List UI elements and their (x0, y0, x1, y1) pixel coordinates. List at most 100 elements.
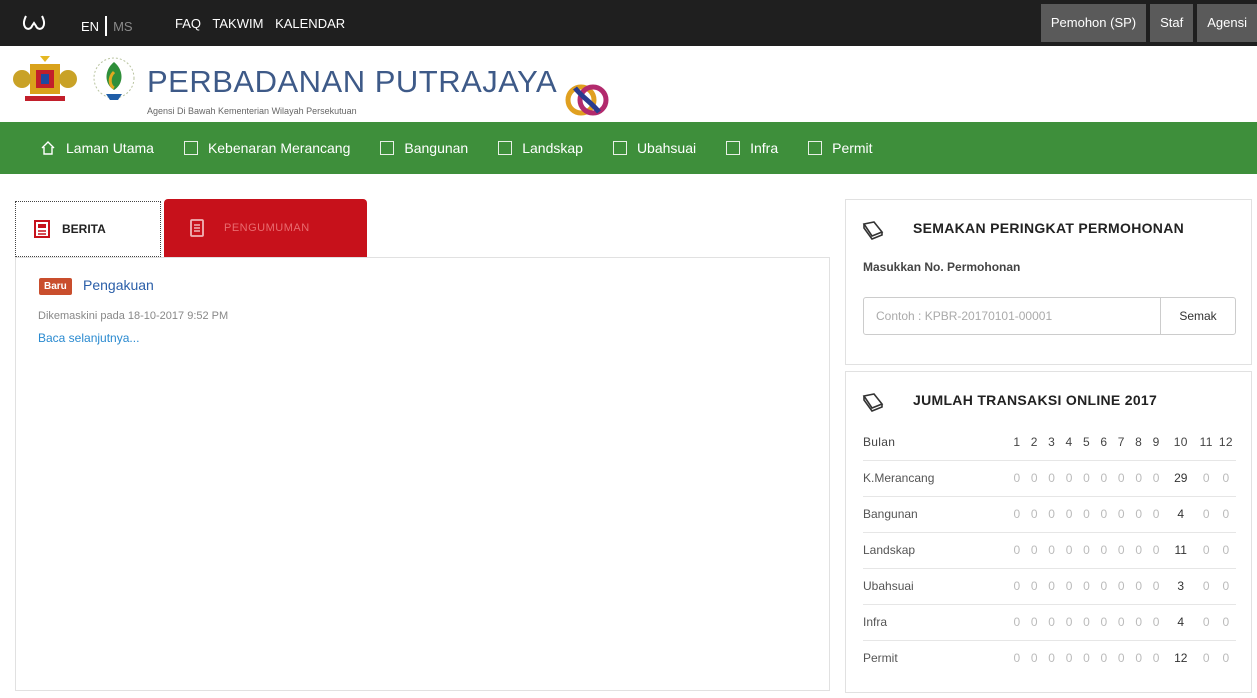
coat-of-arms-icon (13, 56, 77, 101)
table-cell: 4 (1164, 496, 1197, 533)
lang-divider (105, 16, 108, 36)
building-icon (380, 141, 395, 155)
table-cell: 0 (1112, 604, 1130, 641)
table-cell: 0 (1025, 568, 1043, 605)
takwim-link[interactable]: TAKWIM (212, 16, 263, 31)
row-label: Infra (863, 604, 1009, 641)
kalendar-link[interactable]: KALENDAR (275, 16, 345, 31)
tab-berita[interactable]: BERITA (15, 201, 161, 257)
month-header: 5 (1077, 424, 1096, 461)
table-cell: 0 (1077, 604, 1096, 641)
month-header: 8 (1129, 424, 1148, 461)
row-label: K.Merancang (863, 460, 1009, 497)
row-label: Ubahsuai (863, 568, 1009, 605)
table-cell: 0 (1048, 651, 1055, 666)
brand-tagline: Agensi Di Bawah Kementerian Wilayah Pers… (147, 106, 357, 116)
nav-item-landskap[interactable]: Landskap (498, 140, 583, 156)
renovation-icon (612, 141, 627, 155)
nav-label: Kebenaran Merancang (207, 140, 351, 156)
tab-pengumuman[interactable]: PENGUMUMAN (164, 199, 367, 257)
month-header: 1 (1008, 424, 1026, 461)
table-cell: 0 (1112, 532, 1130, 569)
table-cell: 0 (1008, 604, 1026, 641)
table-cell: 3 (1164, 568, 1197, 605)
table-cell: 0 (1008, 568, 1026, 605)
brand-title[interactable]: PERBADANAN PUTRAJAYA (147, 64, 557, 100)
news-title-link[interactable]: Pengakuan (83, 277, 154, 293)
table-cell: 0 (1042, 496, 1061, 533)
table-cell: 0 (1112, 496, 1130, 533)
infra-icon (726, 141, 741, 155)
table-cell: 0 (1215, 568, 1236, 605)
table-cell: 0 (1060, 496, 1078, 533)
table-cell: 0 (1147, 496, 1165, 533)
table-cell: 0 (1147, 568, 1165, 605)
semakan-title: SEMAKAN PERINGKAT PERMOHONAN (913, 220, 1185, 236)
table-cell: 0 (1152, 651, 1160, 666)
nav-label: Bangunan (404, 140, 469, 156)
table-cell: 0 (1095, 604, 1113, 641)
nav-item-permit[interactable]: Permit (808, 140, 873, 156)
table-cell: 0 (1196, 532, 1216, 569)
row-label: Landskap (863, 532, 1009, 569)
permit-icon (808, 141, 823, 155)
transaksi-panel: JUMLAH TRANSAKSI ONLINE 2017 Bulan 1 2 3… (845, 371, 1252, 693)
staf-button[interactable]: Staf (1150, 4, 1194, 42)
top-bar: EN MS FAQ TAKWIM KALENDAR Pemohon (SP) St… (0, 0, 1257, 46)
book-icon (862, 221, 884, 240)
faq-link[interactable]: FAQ (175, 16, 201, 31)
table-cell: 0 (1065, 651, 1073, 666)
nav-label: Ubahsuai (636, 140, 697, 156)
new-badge: Baru (39, 278, 72, 295)
table-row: Infra 0 0 0 0 0 0 0 0 0 4 0 0 (863, 604, 1236, 641)
table-header-row: Bulan 1 2 3 4 5 6 7 8 9 10 11 12 (863, 424, 1236, 461)
table-cell: 0 (1060, 532, 1078, 569)
table-row: Bangunan 0 0 0 0 0 0 0 0 0 4 0 0 (863, 496, 1236, 533)
bulan-header: Bulan (863, 424, 1009, 461)
table-cell: 0 (1008, 496, 1026, 533)
nav-item-laman-utama[interactable]: Laman Utama (40, 140, 154, 156)
accessibility-glasses-icon[interactable] (22, 12, 46, 32)
table-cell: 0 (1129, 532, 1148, 569)
table-cell: 0 (1077, 460, 1096, 497)
table-cell: 0 (1042, 604, 1061, 641)
nav-item-bangunan[interactable]: Bangunan (380, 140, 468, 156)
table-cell: 0 (1060, 568, 1078, 605)
table-cell: 0 (1083, 651, 1090, 666)
nav-item-kebenaran-merancang[interactable]: Kebenaran Merancang (183, 140, 351, 156)
site-header: PERBADANAN PUTRAJAYA Agensi Di Bawah Kem… (0, 46, 1257, 122)
row-label: Bangunan (863, 496, 1009, 533)
agensi-button[interactable]: Agensi (1197, 4, 1257, 42)
nav-label: Permit (832, 140, 873, 156)
table-cell: 0 (1222, 651, 1230, 666)
news-date: Dikemaskini pada 18-10-2017 9:52 PM (38, 310, 229, 322)
table-cell: 0 (1095, 532, 1113, 569)
lang-en-link[interactable]: EN (81, 19, 99, 34)
news-content-panel: Baru Pengakuan Dikemaskini pada 18-10-20… (15, 257, 830, 691)
top-links: FAQ TAKWIM KALENDAR (175, 16, 353, 31)
read-more-link[interactable]: Baca selanjutnya... (38, 331, 139, 345)
table-row: Permit 0 0 0 0 0 0 0 0 0 12 0 0 (863, 640, 1236, 676)
application-number-input[interactable]: Contoh : KPBR-20170101-00001 (863, 297, 1161, 335)
table-cell: 0 (1135, 651, 1143, 666)
lang-ms-link[interactable]: MS (113, 19, 133, 34)
month-header: 3 (1042, 424, 1061, 461)
month-header: 2 (1025, 424, 1043, 461)
pemohon-button[interactable]: Pemohon (SP) (1040, 4, 1147, 42)
main-nav: Laman Utama Kebenaran Merancang Bangunan… (0, 122, 1257, 174)
table-cell: 0 (1129, 496, 1148, 533)
table-cell: 4 (1164, 604, 1197, 641)
month-header: 6 (1095, 424, 1113, 461)
table-cell: 0 (1196, 568, 1216, 605)
table-cell: 0 (1196, 496, 1216, 533)
tab-pengumuman-label: PENGUMUMAN (224, 222, 310, 234)
semakan-panel: SEMAKAN PERINGKAT PERMOHONAN Masukkan No… (845, 199, 1252, 365)
table-cell: 0 (1042, 532, 1061, 569)
nav-item-infra[interactable]: Infra (726, 140, 778, 156)
table-cell: 0 (1112, 568, 1130, 605)
table-cell: 0 (1077, 532, 1096, 569)
putrajaya-emblem-icon (93, 57, 135, 100)
table-cell: 0 (1100, 651, 1108, 666)
nav-item-ubahsuai[interactable]: Ubahsuai (612, 140, 697, 156)
semak-button[interactable]: Semak (1160, 297, 1236, 335)
